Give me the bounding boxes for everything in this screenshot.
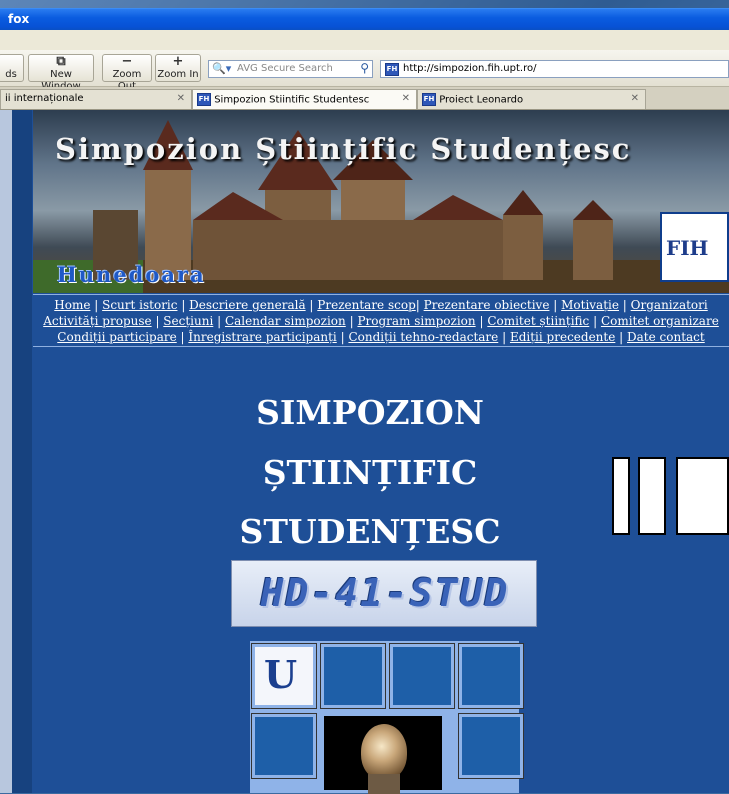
browser-window: fox ds ⧉ New Window − Zoom Out + Zoom In… [0, 0, 729, 794]
grid-tile [458, 713, 524, 779]
partial-icon [0, 55, 23, 69]
banner-title: Simpozion Științific Studențesc [55, 132, 632, 166]
site-favicon-icon: FH [385, 63, 399, 76]
panel-bar [676, 457, 729, 535]
search-go-icon[interactable]: ⚲ [360, 61, 369, 75]
nav-link-conditii-tehno-redactare[interactable]: Condiții tehno-redactare [348, 330, 498, 344]
partial-toolbar-button[interactable]: ds [0, 54, 24, 82]
nav-link-organizatori[interactable]: Organizatori [631, 298, 708, 312]
fih-logo[interactable]: FIH [660, 212, 729, 282]
nav-link-program-simpozion[interactable]: Program simpozion [357, 314, 475, 328]
tab-label: ii internaționale [5, 93, 84, 104]
nav-link-motivatie[interactable]: Motivație [561, 298, 619, 312]
search-engine-icon[interactable]: 🔍▾ [212, 62, 231, 75]
nav-link-activitati-propuse[interactable]: Activități propuse [43, 314, 151, 328]
address-bar[interactable]: FH http://simpozion.fih.upt.ro/ [380, 60, 729, 78]
nav-link-scurt-istoric[interactable]: Scurt istoric [102, 298, 177, 312]
nav-row-3: Condiții participare | Înregistrare part… [57, 330, 705, 344]
nav-link-prezentare-obiective[interactable]: Prezentare obiective [424, 298, 550, 312]
window-title: fox [8, 12, 30, 26]
close-tab-icon[interactable]: ✕ [402, 93, 410, 104]
url-text: http://simpozion.fih.upt.ro/ [403, 63, 537, 74]
nav-row-1: Home | Scurt istoric | Descriere general… [54, 298, 708, 312]
nav-link-comitet-organizare[interactable]: Comitet organizare [601, 314, 719, 328]
banner-city: Hunedoara [57, 262, 206, 287]
tab-simpozion[interactable]: FH Simpozion Stiintific Studentesc ✕ [192, 89, 417, 109]
site-navigation: Home | Scurt istoric | Descriere general… [33, 294, 729, 347]
nav-row-2: Activități propuse | Secțiuni | Calendar… [43, 314, 719, 328]
nav-link-conditii-participare[interactable]: Condiții participare [57, 330, 176, 344]
minus-icon: − [121, 54, 133, 69]
bulb-base [368, 774, 400, 794]
panel-bar [612, 457, 630, 535]
panel-bar [638, 457, 666, 535]
tab-label: Simpozion Stiintific Studentesc [214, 94, 370, 106]
nav-link-date-contact[interactable]: Date contact [627, 330, 705, 344]
grid-tile [320, 643, 386, 709]
tab-favicon-icon: FH [422, 93, 436, 106]
zoom-out-button[interactable]: − Zoom Out [102, 54, 152, 92]
nav-link-sectiuni[interactable]: Secțiuni [163, 314, 213, 328]
nav-link-calendar-simpozion[interactable]: Calendar simpozion [225, 314, 346, 328]
page-left-border [12, 110, 32, 793]
decorative-panels [612, 457, 729, 537]
grid-tile [458, 643, 524, 709]
new-window-button[interactable]: ⧉ New Window [28, 54, 94, 92]
nav-link-home[interactable]: Home [54, 298, 90, 312]
zoom-in-button[interactable]: + Zoom In [155, 54, 201, 82]
close-tab-icon[interactable]: ✕ [631, 93, 639, 104]
plus-icon: + [172, 54, 184, 69]
bulb-icon [361, 724, 407, 780]
close-tab-icon[interactable]: ✕ [177, 93, 185, 104]
symposium-code-banner: HD-41-STUD [231, 560, 537, 627]
ut-logo[interactable]: U [251, 643, 317, 709]
grid-tile [251, 713, 317, 779]
tab-label: Proiect Leonardo [439, 94, 524, 106]
grid-tile [389, 643, 455, 709]
title-bar[interactable]: fox [0, 8, 729, 31]
tab-international[interactable]: ii internaționale ✕ [0, 89, 192, 109]
menu-bar [0, 30, 729, 50]
nav-link-editii-precedente[interactable]: Ediții precedente [510, 330, 615, 344]
search-input[interactable]: 🔍▾ AVG Secure Search ⚲ [208, 60, 373, 78]
tab-strip: ii internaționale ✕ FH Simpozion Stiinti… [0, 87, 729, 110]
tab-proiect-leonardo[interactable]: FH Proiect Leonardo ✕ [417, 89, 646, 109]
main-heading: SIMPOZION ȘTIINȚIFIC STUDENȚESC [239, 393, 501, 551]
nav-link-descriere-generala[interactable]: Descriere generală [189, 298, 305, 312]
nav-link-comitet-stiintific[interactable]: Comitet științific [487, 314, 589, 328]
header-banner: Simpozion Științific Studențesc Hunedoar… [33, 110, 729, 293]
nav-link-inregistrare-participanti[interactable]: Înregistrare participanți [188, 330, 336, 344]
new-window-icon: ⧉ [56, 54, 66, 69]
light-bulb-image [321, 713, 445, 794]
nav-link-prezentare-scop[interactable]: Prezentare scop [317, 298, 415, 312]
tab-favicon-icon: FH [197, 93, 211, 106]
